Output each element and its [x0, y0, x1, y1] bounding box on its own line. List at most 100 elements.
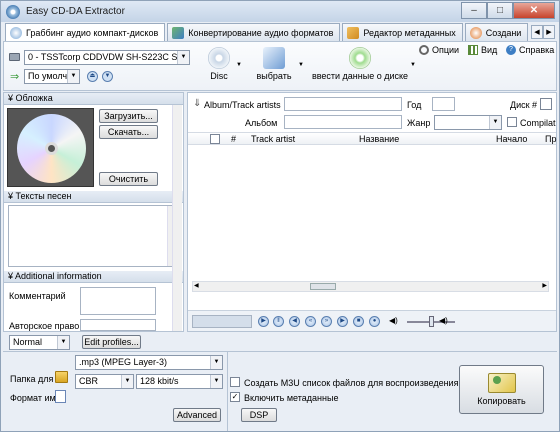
additional-info-header[interactable]: ¥ Additional information — [4, 271, 183, 283]
speed-select-value: По умолч — [28, 71, 68, 81]
time-display — [192, 315, 252, 328]
wrench-icon — [419, 45, 429, 55]
advanced-button[interactable]: Advanced — [173, 408, 221, 422]
scroll-thumb[interactable] — [310, 283, 336, 290]
album-artist-label: Album/Track artists — [204, 100, 281, 110]
drive-select[interactable]: 0 - TSSTcorp CDDVDW SH-S223C SB04 ▼ — [24, 50, 190, 65]
select-button[interactable]: выбрать — [252, 47, 296, 81]
app-window: Easy CD-DA Extractor – □ ✕ Граббинг ауди… — [0, 0, 560, 432]
cover-header-label: Обложка — [15, 93, 53, 103]
window-title: Easy CD-DA Extractor — [26, 6, 125, 17]
minimize-button[interactable]: – — [461, 2, 487, 19]
play-icon[interactable]: ▶ — [258, 316, 269, 327]
dsp-button[interactable]: DSP — [241, 408, 277, 422]
folder-icon[interactable] — [55, 371, 68, 383]
col-title[interactable]: Название — [359, 134, 399, 144]
disc-button[interactable]: Disc — [202, 47, 236, 81]
genre-select[interactable]: ▼ — [434, 115, 502, 130]
m3u-label: Создать M3U список файлов для воспроизве… — [244, 378, 459, 388]
select-all-checkbox[interactable] — [210, 134, 220, 144]
next-icon[interactable]: ▶ — [337, 316, 348, 327]
forward-icon[interactable]: » — [321, 316, 332, 327]
refresh-icon[interactable]: ▼ — [102, 71, 113, 82]
player-bar: ▶ ‖ ◀ « » ▶ ■ ● ◀) ◀) — [188, 310, 556, 331]
cover-art-image — [7, 108, 94, 187]
format-select[interactable]: .mp3 (MPEG Layer-3) ▼ — [75, 355, 223, 370]
album-input[interactable] — [284, 115, 402, 129]
year-label: Год — [407, 100, 422, 110]
tab-scroll-right-button[interactable]: ▶ — [543, 25, 555, 39]
metadata-checkbox[interactable]: ✓ — [230, 392, 240, 402]
burn-icon — [469, 26, 482, 39]
tab-audio-converter[interactable]: Конвертирование аудио форматов — [167, 23, 341, 41]
stop-icon[interactable]: ■ — [353, 316, 364, 327]
col-track-artist[interactable]: Track artist — [251, 134, 295, 144]
eject-icon[interactable]: ⏏ — [87, 71, 98, 82]
left-panel-scrollbar[interactable] — [172, 105, 182, 331]
enter-disc-data-button[interactable]: ввести данные о диске — [310, 47, 410, 81]
chevron-down-icon[interactable]: ▼ — [236, 62, 242, 68]
tab-label: Конвертирование аудио форматов — [188, 27, 334, 38]
tab-burn[interactable]: Создани — [464, 23, 529, 41]
disc-number-input[interactable] — [540, 98, 552, 110]
download-cover-button[interactable]: Скачать... — [99, 125, 158, 139]
scroll-left-icon[interactable]: ◀ — [194, 282, 199, 289]
chevron-down-icon: ▼ — [210, 375, 222, 388]
bitrate-mode-select[interactable]: CBR ▼ — [75, 374, 134, 389]
help-label: Справка — [519, 45, 555, 55]
chevron-down-icon: ▼ — [67, 70, 79, 83]
col-start[interactable]: Начало — [496, 134, 527, 144]
bitrate-select[interactable]: 128 kbit/s ▼ — [136, 374, 223, 389]
load-cover-button[interactable]: Загрузить... — [99, 109, 158, 123]
record-icon[interactable]: ● — [369, 316, 380, 327]
help-button[interactable]: ? Справка — [506, 45, 554, 55]
comment-field[interactable] — [80, 287, 156, 315]
options-button[interactable]: Опции — [419, 45, 459, 55]
copyright-label: Авторское право — [9, 321, 80, 331]
album-label: Альбом — [245, 118, 278, 128]
cd-cover-icon — [17, 114, 86, 183]
cover-section-header[interactable]: ¥ Обложка — [4, 93, 183, 105]
lyrics-section-header[interactable]: ¥ Тексты песен — [4, 191, 183, 203]
mode-value: CBR — [79, 376, 99, 386]
profile-value: Normal — [13, 337, 43, 347]
profile-select[interactable]: Normal ▼ — [9, 335, 70, 350]
col-number[interactable]: # — [231, 134, 236, 144]
close-button[interactable]: ✕ — [513, 2, 555, 19]
tab-scroll-left-button[interactable]: ◀ — [531, 25, 543, 39]
options-label: Опции — [432, 45, 460, 55]
speed-select[interactable]: По умолч ▼ — [24, 69, 80, 84]
pause-icon[interactable]: ‖ — [273, 316, 284, 327]
tab-metadata-editor[interactable]: Редактор метаданных — [342, 23, 463, 41]
copy-icon — [487, 373, 516, 393]
compilation-checkbox[interactable] — [507, 117, 517, 127]
clear-cover-button[interactable]: Очистить — [99, 172, 158, 186]
maximize-button[interactable]: □ — [487, 2, 513, 19]
collapse-icon: ¥ — [8, 271, 14, 281]
tab-cd-ripping[interactable]: Граббинг аудио компакт-дисков — [5, 23, 166, 42]
metadata-label: Включить метаданные — [244, 393, 339, 403]
copy-button[interactable]: Копировать — [459, 365, 544, 414]
m3u-checkbox[interactable] — [230, 377, 240, 387]
track-list-hscrollbar[interactable]: ◀ ▶ — [192, 281, 549, 292]
compilation-label: Compilat — [520, 118, 556, 128]
volume-handle[interactable] — [429, 316, 434, 327]
chevron-down-icon[interactable]: ▼ — [410, 62, 416, 68]
rewind-icon[interactable]: « — [305, 316, 316, 327]
album-artist-input[interactable] — [284, 97, 402, 111]
col-pr[interactable]: Пр — [545, 134, 556, 144]
year-input[interactable] — [432, 97, 455, 111]
output-folder-label: Папка для — [10, 374, 54, 384]
scroll-right-icon[interactable]: ▶ — [542, 282, 547, 289]
disc-number-label: Диск # — [510, 100, 538, 110]
view-button[interactable]: Вид — [468, 45, 497, 55]
lyrics-textarea[interactable] — [8, 205, 179, 267]
copyright-field[interactable] — [80, 319, 156, 331]
previous-icon[interactable]: ◀ — [289, 316, 300, 327]
edit-profiles-button[interactable]: Edit profiles... — [82, 335, 141, 349]
chevron-down-icon[interactable]: ▼ — [298, 62, 304, 68]
format-file-icon[interactable] — [55, 390, 66, 403]
chevron-down-icon: ▼ — [489, 116, 501, 129]
tab-label: Редактор метаданных — [363, 27, 456, 38]
divider — [227, 352, 228, 431]
